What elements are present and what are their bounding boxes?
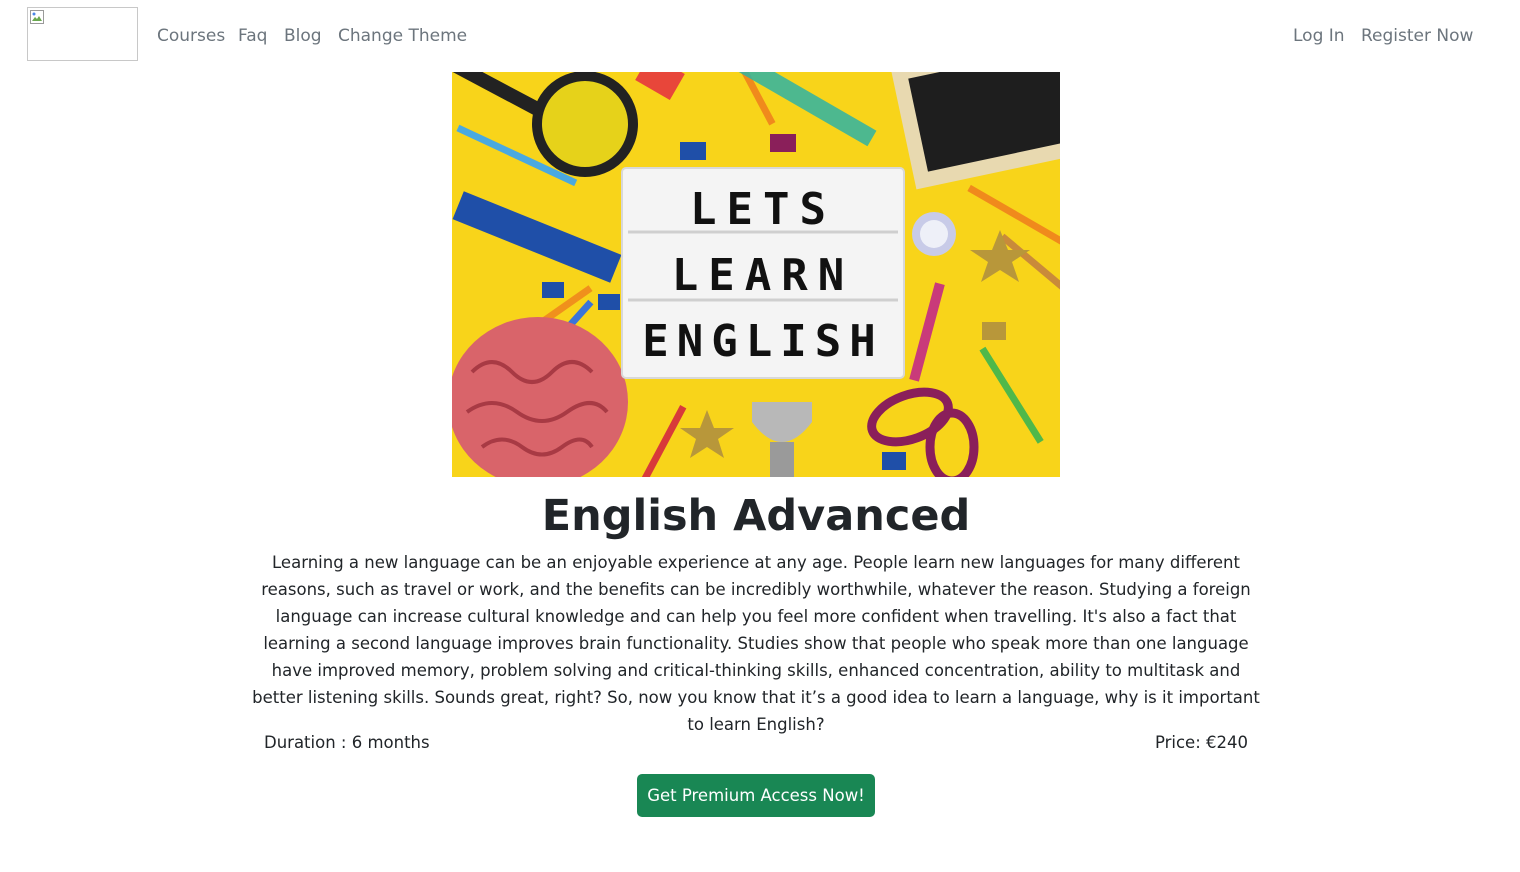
- course-duration: Duration : 6 months: [264, 733, 430, 752]
- navbar: Courses Faq Blog Change Theme Log In Reg…: [0, 0, 1520, 72]
- nav-change-theme-link[interactable]: Change Theme: [338, 24, 467, 48]
- nav-blog-link[interactable]: Blog: [284, 24, 322, 48]
- lightbox-line-2: LEARN: [672, 250, 854, 301]
- nav-courses-link[interactable]: Courses: [157, 24, 225, 48]
- course-price: Price: €240: [1154, 733, 1248, 752]
- nav-faq-link[interactable]: Faq: [238, 24, 267, 48]
- broken-image-icon: [30, 10, 44, 24]
- course-description: Learning a new language can be an enjoya…: [252, 553, 1260, 734]
- logo-image[interactable]: [27, 7, 138, 61]
- course-title: English Advanced: [541, 491, 971, 541]
- lightbox-line-1: LETS: [690, 184, 836, 235]
- course-hero-image: LETS LEARN ENGLISH: [452, 72, 1060, 477]
- get-premium-access-button[interactable]: Get Premium Access Now!: [637, 774, 875, 817]
- lightbox-line-3: ENGLISH: [642, 316, 883, 367]
- login-link[interactable]: Log In: [1293, 24, 1345, 48]
- hero-illustration: LETS LEARN ENGLISH: [452, 72, 1060, 477]
- register-link[interactable]: Register Now: [1361, 24, 1473, 48]
